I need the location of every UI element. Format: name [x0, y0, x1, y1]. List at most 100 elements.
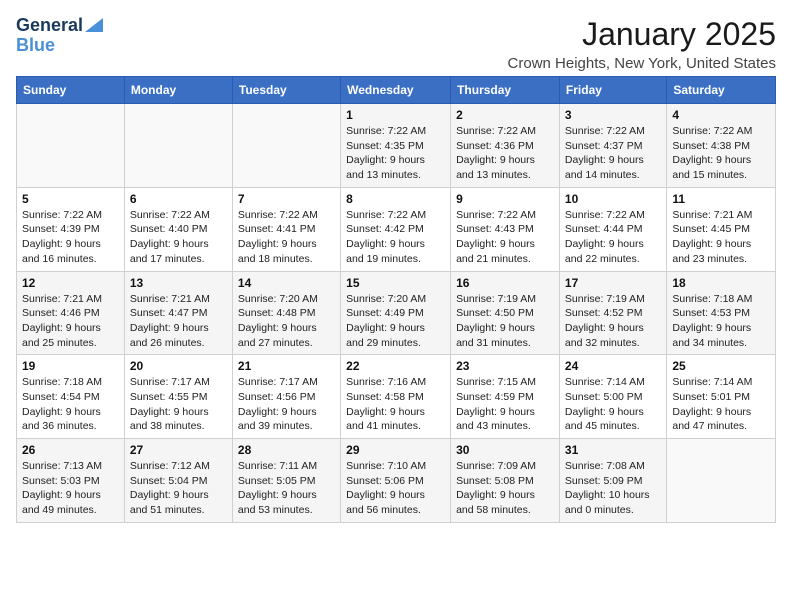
page-subtitle: Crown Heights, New York, United States — [508, 55, 776, 72]
weekday-header-tuesday: Tuesday — [232, 77, 340, 104]
calendar-cell: 10Sunrise: 7:22 AMSunset: 4:44 PMDayligh… — [559, 187, 666, 271]
calendar-cell: 20 Sunrise: 7:17 AMSunset: 4:55 PMDayligh… — [124, 355, 232, 439]
day-number: 13 — [130, 276, 227, 290]
day-number: 8 — [346, 192, 445, 206]
weekday-header-wednesday: Wednesday — [341, 77, 451, 104]
calendar-cell: 13 Sunrise: 7:21 AMSunset: 4:47 PMDayligh… — [124, 271, 232, 355]
weekday-header-row: SundayMondayTuesdayWednesdayThursdayFrid… — [17, 77, 776, 104]
day-number: 27 — [130, 443, 227, 457]
day-info: Sunrise: 7:22 AMSunset: 4:39 PMDaylight:… — [22, 209, 102, 265]
calendar-cell: 30 Sunrise: 7:09 AMSunset: 5:08 PMDayligh… — [451, 439, 560, 523]
day-info: Sunrise: 7:10 AMSunset: 5:06 PMDaylight:… — [346, 460, 426, 516]
day-info: Sunrise: 7:22 AMSunset: 4:44 PMDaylight:… — [565, 209, 645, 265]
day-number: 25 — [672, 359, 770, 373]
week-row-1: 1 Sunrise: 7:22 AMSunset: 4:35 PMDaylight… — [17, 104, 776, 188]
calendar-cell: 2 Sunrise: 7:22 AMSunset: 4:36 PMDaylight… — [451, 104, 560, 188]
page-container: General Blue January 2025 Crown Heights,… — [0, 0, 792, 531]
day-info: Sunrise: 7:12 AMSunset: 5:04 PMDaylight:… — [130, 460, 210, 516]
day-info: Sunrise: 7:22 AMSunset: 4:36 PMDaylight:… — [456, 125, 536, 181]
day-info: Sunrise: 7:21 AMSunset: 4:45 PMDaylight:… — [672, 209, 752, 265]
week-row-4: 19 Sunrise: 7:18 AMSunset: 4:54 PMDayligh… — [17, 355, 776, 439]
calendar-cell: 15 Sunrise: 7:20 AMSunset: 4:49 PMDayligh… — [341, 271, 451, 355]
day-info: Sunrise: 7:22 AMSunset: 4:40 PMDaylight:… — [130, 209, 210, 265]
day-info: Sunrise: 7:11 AMSunset: 5:05 PMDaylight:… — [238, 460, 317, 516]
day-info: Sunrise: 7:17 AMSunset: 4:55 PMDaylight:… — [130, 376, 210, 432]
calendar-cell: 24 Sunrise: 7:14 AMSunset: 5:00 PMDayligh… — [559, 355, 666, 439]
day-number: 6 — [130, 192, 227, 206]
calendar-cell: 19 Sunrise: 7:18 AMSunset: 4:54 PMDayligh… — [17, 355, 125, 439]
day-number: 22 — [346, 359, 445, 373]
day-number: 11 — [672, 192, 770, 206]
day-info: Sunrise: 7:14 AMSunset: 5:01 PMDaylight:… — [672, 376, 752, 432]
day-number: 17 — [565, 276, 661, 290]
day-number: 19 — [22, 359, 119, 373]
calendar-cell — [232, 104, 340, 188]
calendar-cell: 31 Sunrise: 7:08 AMSunset: 5:09 PMDayligh… — [559, 439, 666, 523]
day-info: Sunrise: 7:20 AMSunset: 4:49 PMDaylight:… — [346, 293, 426, 349]
day-number: 15 — [346, 276, 445, 290]
calendar-cell: 27 Sunrise: 7:12 AMSunset: 5:04 PMDayligh… — [124, 439, 232, 523]
calendar-cell: 21 Sunrise: 7:17 AMSunset: 4:56 PMDayligh… — [232, 355, 340, 439]
calendar-cell: 18Sunrise: 7:18 AMSunset: 4:53 PMDayligh… — [667, 271, 776, 355]
day-info: Sunrise: 7:08 AMSunset: 5:09 PMDaylight:… — [565, 460, 650, 516]
calendar-cell: 17Sunrise: 7:19 AMSunset: 4:52 PMDayligh… — [559, 271, 666, 355]
logo-blue-text: Blue — [16, 36, 55, 56]
day-number: 31 — [565, 443, 661, 457]
calendar-cell: 22 Sunrise: 7:16 AMSunset: 4:58 PMDayligh… — [341, 355, 451, 439]
day-number: 20 — [130, 359, 227, 373]
logo-text: General — [16, 16, 83, 36]
day-info: Sunrise: 7:22 AMSunset: 4:43 PMDaylight:… — [456, 209, 536, 265]
day-number: 7 — [238, 192, 335, 206]
week-row-2: 5 Sunrise: 7:22 AMSunset: 4:39 PMDaylight… — [17, 187, 776, 271]
calendar-cell: 1 Sunrise: 7:22 AMSunset: 4:35 PMDaylight… — [341, 104, 451, 188]
day-info: Sunrise: 7:21 AMSunset: 4:46 PMDaylight:… — [22, 293, 102, 349]
calendar-cell: 26 Sunrise: 7:13 AMSunset: 5:03 PMDayligh… — [17, 439, 125, 523]
day-number: 18 — [672, 276, 770, 290]
weekday-header-friday: Friday — [559, 77, 666, 104]
day-number: 14 — [238, 276, 335, 290]
weekday-header-saturday: Saturday — [667, 77, 776, 104]
calendar-cell — [124, 104, 232, 188]
week-row-5: 26 Sunrise: 7:13 AMSunset: 5:03 PMDayligh… — [17, 439, 776, 523]
day-number: 24 — [565, 359, 661, 373]
calendar-cell: 12 Sunrise: 7:21 AMSunset: 4:46 PMDayligh… — [17, 271, 125, 355]
calendar-cell: 29Sunrise: 7:10 AMSunset: 5:06 PMDayligh… — [341, 439, 451, 523]
day-number: 26 — [22, 443, 119, 457]
calendar-table: SundayMondayTuesdayWednesdayThursdayFrid… — [16, 76, 776, 523]
day-info: Sunrise: 7:14 AMSunset: 5:00 PMDaylight:… — [565, 376, 645, 432]
day-info: Sunrise: 7:22 AMSunset: 4:37 PMDaylight:… — [565, 125, 645, 181]
day-number: 21 — [238, 359, 335, 373]
day-number: 2 — [456, 108, 554, 122]
day-info: Sunrise: 7:17 AMSunset: 4:56 PMDaylight:… — [238, 376, 318, 432]
calendar-cell: 4Sunrise: 7:22 AMSunset: 4:38 PMDaylight… — [667, 104, 776, 188]
calendar-cell: 3 Sunrise: 7:22 AMSunset: 4:37 PMDaylight… — [559, 104, 666, 188]
day-info: Sunrise: 7:13 AMSunset: 5:03 PMDaylight:… — [22, 460, 102, 516]
day-number: 5 — [22, 192, 119, 206]
header: General Blue January 2025 Crown Heights,… — [16, 16, 776, 72]
day-info: Sunrise: 7:21 AMSunset: 4:47 PMDaylight:… — [130, 293, 210, 349]
day-number: 1 — [346, 108, 445, 122]
day-number: 23 — [456, 359, 554, 373]
calendar-cell — [667, 439, 776, 523]
day-number: 12 — [22, 276, 119, 290]
calendar-cell — [17, 104, 125, 188]
calendar-cell: 16Sunrise: 7:19 AMSunset: 4:50 PMDayligh… — [451, 271, 560, 355]
day-info: Sunrise: 7:16 AMSunset: 4:58 PMDaylight:… — [346, 376, 426, 432]
calendar-cell: 14 Sunrise: 7:20 AMSunset: 4:48 PMDayligh… — [232, 271, 340, 355]
day-number: 3 — [565, 108, 661, 122]
day-info: Sunrise: 7:15 AMSunset: 4:59 PMDaylight:… — [456, 376, 536, 432]
day-info: Sunrise: 7:18 AMSunset: 4:54 PMDaylight:… — [22, 376, 102, 432]
day-info: Sunrise: 7:20 AMSunset: 4:48 PMDaylight:… — [238, 293, 318, 349]
day-number: 30 — [456, 443, 554, 457]
day-info: Sunrise: 7:09 AMSunset: 5:08 PMDaylight:… — [456, 460, 536, 516]
weekday-header-monday: Monday — [124, 77, 232, 104]
page-title: January 2025 — [508, 16, 776, 53]
calendar-cell: 5 Sunrise: 7:22 AMSunset: 4:39 PMDaylight… — [17, 187, 125, 271]
day-number: 9 — [456, 192, 554, 206]
calendar-cell: 9 Sunrise: 7:22 AMSunset: 4:43 PMDaylight… — [451, 187, 560, 271]
calendar-cell: 11 Sunrise: 7:21 AMSunset: 4:45 PMDayligh… — [667, 187, 776, 271]
day-number: 28 — [238, 443, 335, 457]
day-info: Sunrise: 7:22 AMSunset: 4:35 PMDaylight:… — [346, 125, 426, 181]
calendar-cell: 23 Sunrise: 7:15 AMSunset: 4:59 PMDayligh… — [451, 355, 560, 439]
title-section: January 2025 Crown Heights, New York, Un… — [508, 16, 776, 72]
